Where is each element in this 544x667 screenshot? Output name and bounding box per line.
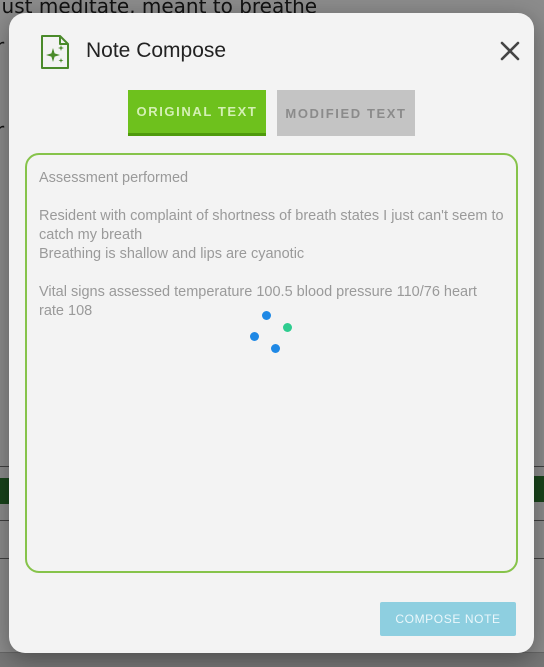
note-line-gap	[39, 188, 504, 207]
note-text-area[interactable]: Assessment performed Resident with compl…	[25, 153, 518, 573]
text-mode-toggle: ORIGINAL TEXT MODIFIED TEXT	[128, 90, 415, 136]
note-line: Assessment performed	[39, 170, 189, 186]
note-compose-dialog: Note Compose ORIGINAL TEXT MODIFIED TEXT…	[9, 13, 534, 653]
dialog-header: Note Compose	[9, 13, 534, 93]
note-line: Resident with complaint of shortness of …	[39, 208, 504, 243]
compose-note-button[interactable]: COMPOSE NOTE	[380, 602, 516, 636]
dialog-title: Note Compose	[86, 39, 227, 62]
tab-original-text[interactable]: ORIGINAL TEXT	[128, 90, 266, 136]
note-line-gap	[39, 264, 504, 283]
note-sparkle-icon	[41, 35, 69, 69]
note-line: Breathing is shallow and lips are cyanot…	[39, 246, 305, 262]
close-icon[interactable]	[498, 39, 522, 63]
note-line: Vital signs assessed temperature 100.5 b…	[39, 284, 477, 319]
tab-modified-text[interactable]: MODIFIED TEXT	[277, 90, 415, 136]
